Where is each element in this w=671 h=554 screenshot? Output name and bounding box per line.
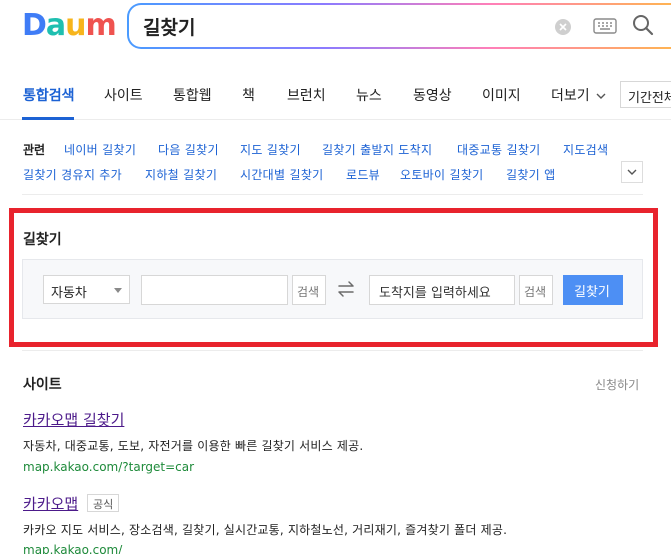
daum-logo[interactable]: D a u m [22,8,117,43]
logo-letter: m [85,8,117,43]
logo-letter: D [22,8,47,43]
route-widget-title: 길찾기 [23,232,62,248]
caret-down-icon [114,288,122,293]
chevron-down-icon [596,93,606,99]
result-url[interactable]: map.kakao.com/ [23,543,122,554]
search-box[interactable]: 길찾기 [127,3,671,49]
related-item[interactable]: 대중교통 길찾기 [457,141,541,158]
result-description: 카카오 지도 서비스, 장소검색, 길찾기, 실시간교통, 지하철노선, 거리재… [23,523,508,537]
related-item[interactable]: 길찾기 경유지 추가 [23,166,122,183]
transport-mode-value: 자동차 [51,286,87,301]
search-input[interactable]: 길찾기 [129,5,671,47]
related-item[interactable]: 지하철 길찾기 [145,166,217,183]
result-title-link[interactable]: 카카오맵 길찾기 [23,409,124,430]
start-search-button[interactable]: 검색 [292,275,326,305]
divider [22,350,643,351]
tab-web[interactable]: 통합웹 [173,85,212,105]
period-select[interactable]: 기간전체 [620,81,671,108]
site-section-title: 사이트 [23,377,62,393]
search-icon[interactable] [632,14,654,40]
tab-integrated[interactable]: 통합검색 [23,85,75,105]
destination-input[interactable]: 도착지를 입력하세요 [369,275,515,305]
tab-more-label: 더보기 [551,88,590,104]
tab-site[interactable]: 사이트 [104,85,143,105]
apply-link[interactable]: 신청하기 [595,376,639,393]
search-query[interactable]: 길찾기 [143,13,195,40]
tab-brunch[interactable]: 브런치 [287,85,326,105]
related-item[interactable]: 네이버 길찾기 [64,141,136,158]
related-item[interactable]: 다음 길찾기 [158,141,219,158]
tab-book[interactable]: 책 [242,85,255,105]
tab-news[interactable]: 뉴스 [356,85,382,105]
keyboard-icon[interactable] [593,18,617,38]
logo-letter: u [65,8,86,43]
result-title-link[interactable]: 카카오맵 [23,493,78,514]
clear-icon[interactable] [555,19,571,35]
tab-bar: 통합검색 사이트 통합웹 책 브런치 뉴스 동영상 이미지 더보기 기간전체 [0,68,671,120]
result-url[interactable]: map.kakao.com/?target=car [23,460,194,474]
tab-video[interactable]: 동영상 [413,85,452,105]
logo-letter: a [45,8,66,43]
result-description: 자동차, 대중교통, 도보, 자전거를 이용한 빠른 길찾기 서비스 제공. [23,439,364,453]
related-item[interactable]: 길찾기 앱 [506,166,555,183]
related-item[interactable]: 시간대별 길찾기 [240,166,324,183]
related-item[interactable]: 지도검색 [563,141,608,158]
related-item[interactable]: 지도 길찾기 [240,141,301,158]
chevron-down-icon [627,169,637,175]
related-expand-button[interactable] [621,161,643,183]
start-input[interactable] [141,275,288,305]
official-badge: 공식 [87,494,120,512]
divider [22,194,643,195]
swap-icon[interactable] [336,280,356,302]
related-item[interactable]: 길찾기 출발지 도착지 [322,141,432,158]
destination-search-button[interactable]: 검색 [519,275,553,305]
active-tab-indicator [22,117,74,120]
tab-image[interactable]: 이미지 [482,85,521,105]
related-item[interactable]: 로드뷰 [346,166,380,183]
related-label: 관련 [23,143,46,157]
tab-more[interactable]: 더보기 [551,85,606,105]
transport-mode-select[interactable]: 자동차 [43,275,130,304]
related-item[interactable]: 오토바이 길찾기 [400,166,484,183]
find-route-button[interactable]: 길찾기 [563,275,623,305]
